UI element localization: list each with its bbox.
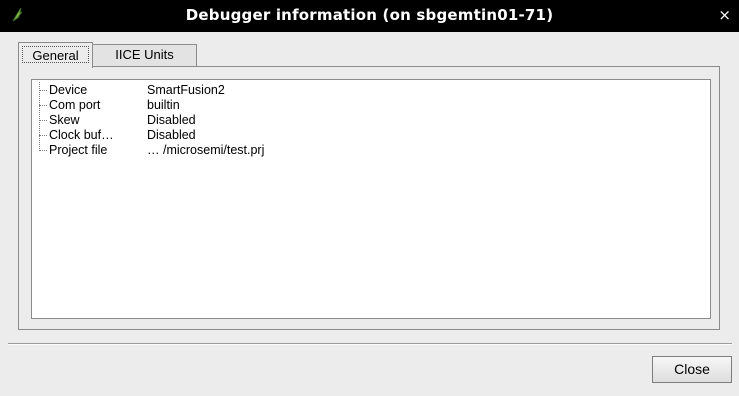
info-value: … /microsemi/test.prj (147, 143, 265, 157)
info-key: Com port (49, 98, 101, 112)
title-bar[interactable]: Debugger information (on sbgemtin01-71) … (0, 0, 739, 32)
window-title: Debugger information (on sbgemtin01-71) (185, 6, 554, 24)
tree-row-com-port[interactable]: Com port builtin (32, 98, 710, 113)
separator (8, 343, 732, 345)
tree-branch (39, 135, 47, 136)
tab-general[interactable]: General (18, 42, 93, 68)
tree-row-clock-buf[interactable]: Clock buf… Disabled (32, 128, 710, 143)
tab-focus-ring (22, 46, 89, 63)
dialog-window: Debugger information (on sbgemtin01-71) … (0, 0, 739, 396)
tree-branch (39, 105, 47, 106)
tree-row-skew[interactable]: Skew Disabled (32, 113, 710, 128)
tab-iice-units-label: IICE Units (115, 47, 174, 62)
close-icon[interactable]: × (718, 7, 731, 23)
info-key: Project file (49, 143, 108, 157)
info-value: Disabled (147, 113, 196, 127)
tree-branch (39, 90, 47, 91)
tree-branch (39, 150, 47, 151)
close-button[interactable]: Close (652, 356, 732, 383)
info-key: Skew (49, 113, 80, 127)
info-tree[interactable]: Device SmartFusion2 Com port builtin Ske… (31, 79, 711, 319)
tree-row-device[interactable]: Device SmartFusion2 (32, 83, 710, 98)
info-key: Device (49, 83, 88, 97)
tab-iice-units[interactable]: IICE Units (92, 44, 197, 66)
tree-row-project-file[interactable]: Project file … /microsemi/test.prj (32, 143, 710, 158)
tab-panel-general: Device SmartFusion2 Com port builtin Ske… (18, 66, 720, 330)
info-value: builtin (147, 98, 180, 112)
tree-branch (39, 120, 47, 121)
info-value: SmartFusion2 (147, 83, 225, 97)
info-value: Disabled (147, 128, 196, 142)
info-key: Clock buf… (49, 128, 114, 142)
